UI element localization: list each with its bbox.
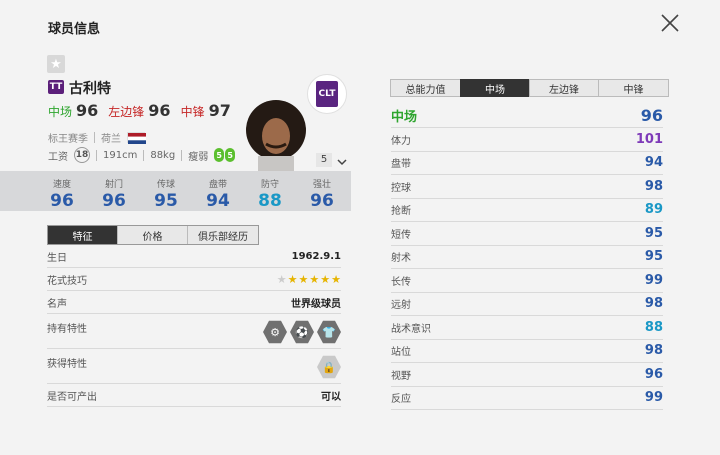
tab-midfield[interactable]: 中场 [460,79,530,97]
tab-price[interactable]: 价格 [118,226,188,244]
ability-row: 体力 101 [391,128,663,152]
close-icon[interactable] [659,12,681,34]
salary-value: 18 [74,147,90,163]
position-rating: 中锋 97 [180,101,231,120]
player-physical-info: 工资 18 191cm 88kg 瘦弱 55 [48,147,236,163]
star-icon: ★ [298,272,309,286]
salary-label: 工资 [48,151,68,163]
club-badge-icon: CLT [307,74,347,114]
season-label: 标王赛季 [48,134,88,145]
stat-passing: 传球 95 [154,180,178,211]
favorite-star-icon[interactable]: ★ [47,55,65,73]
tab-overall[interactable]: 总能力值 [390,79,461,97]
ability-row: 抢断 89 [391,199,663,222]
ability-row: 盘带 94 [391,152,663,175]
ability-row: 长传 99 [391,269,663,293]
stat-physical: 强壮 96 [310,180,334,211]
ability-row: 反应 99 [391,387,663,410]
ability-row: 视野 96 [391,363,663,387]
list-item: 生日 1962.9.1 [47,245,341,268]
main-stats-band: 速度 96 射门 96 传球 95 盘带 94 防守 88 强壮 96 [0,171,351,211]
stat-pace: 速度 96 [50,180,74,211]
star-icon: ★ [331,272,341,286]
weak-foot-badge: 55 [214,148,236,162]
star-icon: ★ [276,272,287,286]
ability-row: 短传 95 [391,222,663,246]
lock-icon: 🔒 [317,355,341,379]
star-icon: ★ [309,272,320,286]
ability-row: 站位 98 [391,340,663,363]
star-icon: ★ [287,272,298,286]
stat-shooting: 射门 96 [102,180,126,211]
stat-defending: 防守 88 [258,180,282,211]
right-tab-bar: 总能力值 中场 左边锋 中锋 [390,79,669,97]
player-info-panel: 球员信息 ★ TT 古利特 中场 96 左边锋 96 中锋 97 标王赛季 荷兰 工资… [0,0,720,455]
stat-dribbling: 盘带 94 [206,180,230,211]
position-rating: 左边锋 96 [108,101,171,120]
trait-info-list: 生日 1962.9.1 花式技巧 ★ ★ ★ ★ ★ ★ 名声 世界级球员 持有特性 ⚙ ⚽… [47,245,341,407]
list-item: 花式技巧 ★ ★ ★ ★ ★ ★ [47,268,341,291]
trait-icons: ⚙ ⚽ 👕 [263,320,341,344]
left-tab-bar: 特征 价格 俱乐部经历 [47,225,259,245]
skill-stars: ★ ★ ★ ★ ★ ★ [277,273,341,286]
netherlands-flag-icon [127,132,146,144]
ability-row: 射术 95 [391,246,663,269]
chevron-down-icon[interactable] [336,153,348,166]
trait-icon[interactable]: ⚙ [263,320,287,344]
list-item: 名声 世界级球员 [47,291,341,314]
list-item: 获得特性 🔒 [47,349,341,384]
ability-row: 控球 98 [391,175,663,199]
tradable-value: 可以 [321,391,341,403]
list-item: 持有特性 ⚙ ⚽ 👕 [47,314,341,349]
ability-row: 远射 98 [391,293,663,316]
trait-icon[interactable]: 👕 [317,320,341,344]
tab-left-wing[interactable]: 左边锋 [529,79,599,97]
birthday-value: 1962.9.1 [291,250,341,262]
height: 191cm [103,149,138,161]
fame-value: 世界级球员 [291,298,341,310]
tab-club-history[interactable]: 俱乐部经历 [188,226,258,244]
list-item: 是否可产出 可以 [47,384,341,407]
page-title: 球员信息 [48,22,101,37]
player-name: 古利特 [69,81,111,97]
star-icon: ★ [320,272,331,286]
position-rating: 中场 96 [48,101,99,120]
nationality-label: 荷兰 [101,134,121,145]
position-ratings: 中场 96 左边锋 96 中锋 97 [48,101,231,120]
ability-list: 中场 96 体力 101 盘带 94 控球 98 抢断 89 短传 95 射术 95 长传 99… [391,104,663,410]
trait-icon[interactable]: ⚽ [290,320,314,344]
body-type: 瘦弱 [188,151,209,163]
weight: 88kg [150,149,176,161]
ability-header: 中场 96 [391,104,663,128]
player-photo [240,96,312,172]
ability-row: 战术意识 88 [391,316,663,340]
tab-striker[interactable]: 中锋 [598,79,669,97]
season-nationality: 标王赛季 荷兰 [48,130,146,145]
tab-traits[interactable]: 特征 [48,226,118,244]
tier-badge: TT [48,80,64,94]
player-level[interactable]: 5 [316,153,332,167]
